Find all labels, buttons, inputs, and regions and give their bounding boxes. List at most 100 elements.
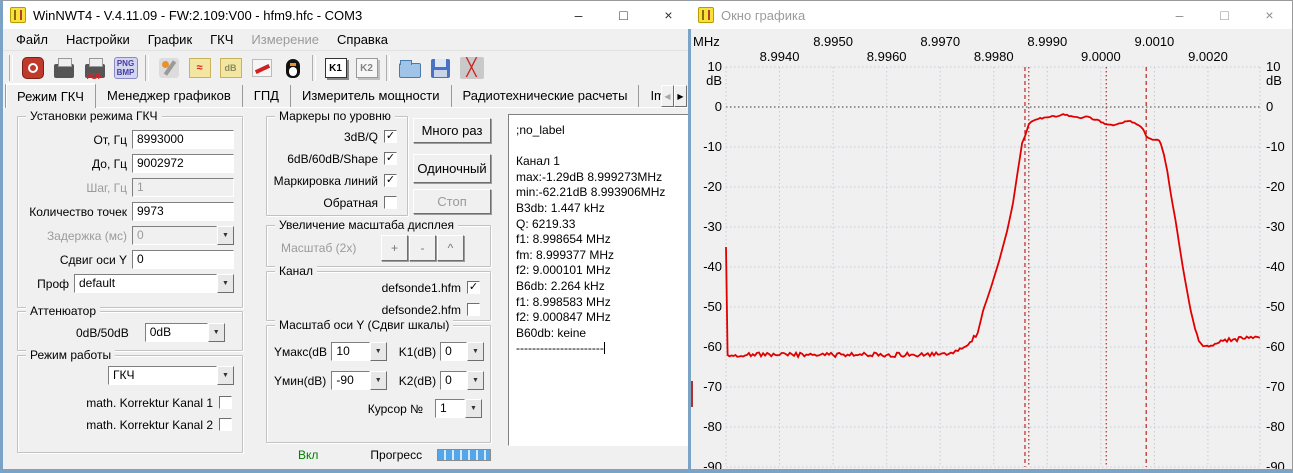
chevron-down-icon[interactable]: ▼ [217,274,234,293]
attenuator-select[interactable]: 0dB▼ [145,323,225,342]
print-icon[interactable] [50,55,77,82]
close-button[interactable]: × [1247,1,1292,29]
minimize-button[interactable]: – [556,1,601,29]
info-line: fm: 8.999377 MHz [516,248,691,264]
tab-2[interactable]: Менеджер графиков [96,85,243,107]
svg-text:-30: -30 [1266,219,1285,234]
input-задержка-мс-: 0▼ [132,226,234,245]
main-window: WinNWT4 - V.4.11.09 - FW:2.109:V00 - hfm… [0,0,692,473]
maximize-button[interactable]: □ [601,1,646,29]
checkbox[interactable]: ✓ [467,281,480,294]
chevron-down-icon[interactable]: ▼ [208,323,225,342]
power-icon[interactable] [19,55,46,82]
tab-4[interactable]: Измеритель мощности [291,85,452,107]
work-mode-select[interactable]: ГКЧ▼ [108,366,234,385]
info-line: f2: 9.000101 MHz [516,263,691,279]
main-titlebar[interactable]: WinNWT4 - V.4.11.09 - FW:2.109:V00 - hfm… [3,1,691,29]
close-button[interactable]: × [646,1,691,29]
minimize-button[interactable]: – [1157,1,1202,29]
cursor-number-select[interactable]: 1▼ [435,399,482,418]
zoom-scale-label: Масштаб (2x) [281,241,356,255]
sweep-single-button[interactable]: Одиночный [413,154,491,183]
export-image-icon[interactable]: PNGBMP [112,55,139,82]
maximize-button[interactable]: □ [1202,1,1247,29]
field-label: Сдвиг оси Y [60,253,127,267]
checkbox[interactable]: ✓ [384,130,397,143]
display-zoom-group: Увеличение масштаба дисплея Масштаб (2x)… [266,225,491,267]
checkbox-label: math. Korrektur Kanal 1 [86,396,213,410]
menu-item-6[interactable]: Справка [328,30,397,49]
ymin-select[interactable]: -90▼ [331,371,386,390]
menubar: ФайлНастройкиГрафикГКЧИзмерениеСправка [3,29,691,51]
svg-text:-60: -60 [703,339,722,354]
svg-text:8.9970: 8.9970 [920,34,960,49]
checkbox[interactable] [467,303,480,316]
checkbox[interactable] [384,196,397,209]
save-icon[interactable] [427,55,454,82]
frequency-response-chart: 101000-10-10-20-20-30-30-40-40-50-50-60-… [691,1,1292,470]
chevron-down-icon[interactable]: ▼ [370,371,387,390]
penguin-icon[interactable] [279,55,306,82]
checkbox[interactable] [219,396,232,409]
field-label: От, Гц [93,133,127,147]
menu-item-2[interactable]: Настройки [57,30,139,49]
input-сдвиг-оси-y[interactable]: 0 [132,250,234,269]
graph-window: Окно графика – □ × 101000-10-10-20-20-30… [688,0,1293,473]
open-folder-icon[interactable] [396,55,423,82]
delete-trace-icon[interactable]: ╳ [458,55,485,82]
checkbox[interactable]: ✓ [384,174,397,187]
stop-button[interactable]: Стоп [413,189,491,214]
zoom-in-button[interactable]: + [381,235,408,261]
checkbox[interactable] [219,418,232,431]
tab-bar: Режим ГКЧМенеджер графиковГПДИзмеритель … [3,85,691,108]
zoom-out-button[interactable]: - [409,235,436,261]
k2-select[interactable]: 0▼ [440,371,484,390]
chevron-down-icon[interactable]: ▼ [370,342,387,361]
swiss-knife-icon[interactable] [248,55,275,82]
tab-1[interactable]: Режим ГКЧ [5,83,96,108]
input-от-гц[interactable]: 8993000 [132,130,234,149]
graph-titlebar[interactable]: Окно графика – □ × [691,1,1292,29]
tab-3[interactable]: ГПД [243,85,291,107]
menu-item-4[interactable]: ГКЧ [201,30,242,49]
chevron-down-icon[interactable]: ▼ [217,226,234,245]
toolbar-separator [386,55,390,81]
checkbox[interactable]: ✓ [384,152,397,165]
graph-paper-icon[interactable]: ≈ [186,55,213,82]
svg-text:dB: dB [706,73,722,88]
k1-label: K1(dB) [399,345,436,359]
chevron-down-icon[interactable]: ▼ [467,342,484,361]
svg-text:-40: -40 [1266,259,1285,274]
svg-text:-40: -40 [703,259,722,274]
k1-select[interactable]: 0▼ [440,342,484,361]
tools-icon[interactable] [155,55,182,82]
chevron-down-icon[interactable]: ▼ [465,399,482,418]
info-line: f1: 8.998583 MHz [516,295,691,311]
db-scale-icon[interactable]: dB [217,55,244,82]
level-markers-group: Маркеры по уровню 3dB/Q✓6dB/60dB/Shape✓М… [266,116,408,216]
input-количество-точек[interactable]: 9973 [132,202,234,221]
input-до-гц[interactable]: 9002972 [132,154,234,173]
k1-correction-icon[interactable]: K1 [322,55,349,82]
info-line: f1: 8.998654 MHz [516,232,691,248]
zoom-reset-button[interactable]: ^ [437,235,464,261]
tab-scroll-left-button[interactable]: ◀ [661,85,674,107]
measurement-info-panel[interactable]: ;no_label Канал 1max:-1.29dB 8.999273MHz… [508,114,692,446]
svg-text:-20: -20 [1266,179,1285,194]
info-line: Q: 6219.33 [516,217,691,233]
input-проф[interactable]: default▼ [74,274,234,293]
toolbar-separator [312,55,316,81]
info-line: B3db: 1.447 kHz [516,201,691,217]
print-pdf-icon[interactable]: PDF [81,55,108,82]
tab-scroll-right-button[interactable]: ▶ [674,85,687,107]
chevron-down-icon[interactable]: ▼ [217,366,234,385]
svg-text:8.9940: 8.9940 [760,49,800,64]
checkbox-label: 6dB/60dB/Shape [287,152,378,166]
tab-5[interactable]: Радиотехнические расчеты [452,85,640,107]
menu-item-3[interactable]: График [139,30,201,49]
menu-item-1[interactable]: Файл [7,30,57,49]
ymax-select[interactable]: 10▼ [331,342,386,361]
sweep-continuous-button[interactable]: Много раз [413,118,491,143]
checkbox-label: defsonde1.hfm [382,281,461,295]
chevron-down-icon[interactable]: ▼ [467,371,484,390]
